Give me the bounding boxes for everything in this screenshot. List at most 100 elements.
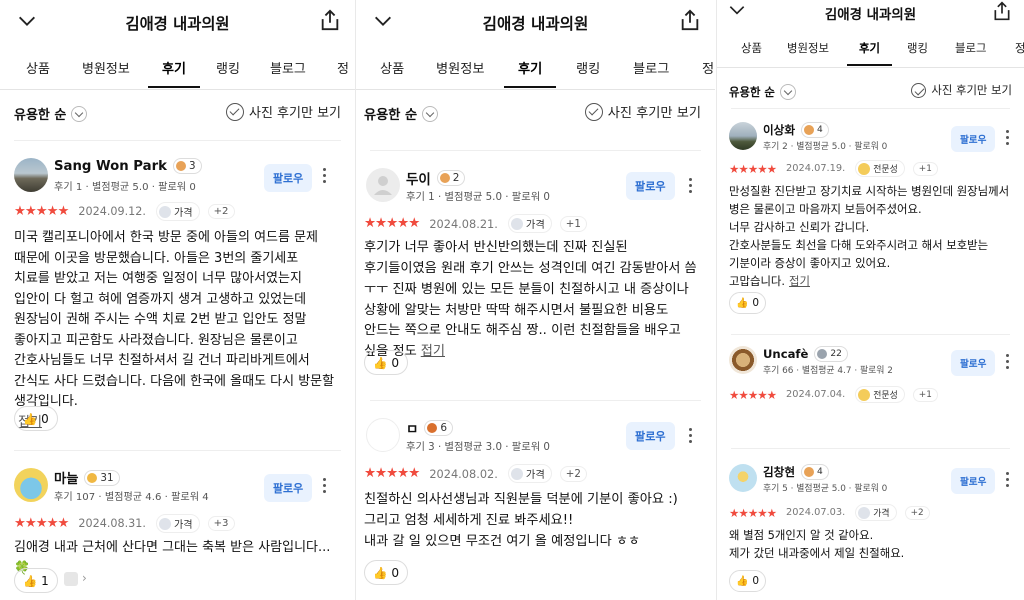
avatar[interactable] (14, 158, 48, 192)
avatar[interactable] (729, 464, 757, 492)
chevron-right-icon[interactable]: › (82, 571, 87, 585)
badge-count: 6 (440, 422, 448, 434)
tab-products[interactable]: 상품 (741, 40, 762, 56)
reviewer-name[interactable]: ㅁ6 (406, 418, 454, 438)
tab-reviews[interactable]: 후기 (503, 58, 557, 88)
like-button[interactable]: 👍 0 (729, 570, 767, 592)
keyword-label: 가격 (525, 219, 545, 231)
tab-hospital-info[interactable]: 병원정보 (82, 58, 130, 77)
tab-ranking[interactable]: 랭킹 (907, 40, 928, 56)
badge-count: 4 (817, 467, 823, 477)
reviewer-name[interactable]: 이상화 4 (763, 122, 829, 138)
more-options-icon[interactable] (1006, 354, 1010, 372)
tab-reviews[interactable]: 후기 (148, 58, 200, 88)
like-button[interactable]: 👍 0 (729, 292, 767, 314)
keyword-chip[interactable]: 전문성 (855, 386, 905, 403)
reviewer-name[interactable]: 마늘 31 (54, 468, 120, 487)
more-options-icon[interactable] (323, 168, 327, 186)
keyword-more[interactable]: +2 (904, 505, 930, 520)
keyword-more[interactable]: +1 (912, 161, 938, 176)
keyword-more[interactable]: +1 (559, 215, 587, 232)
keyword-more[interactable]: +2 (207, 204, 235, 219)
more-options-icon[interactable] (689, 178, 693, 196)
sort-dropdown[interactable]: 유용한 순 (364, 104, 439, 123)
like-button[interactable]: 👍 0 (364, 560, 409, 585)
tab-hospital-info[interactable]: 병원정보 (436, 58, 485, 77)
more-options-icon[interactable] (1006, 130, 1010, 148)
badge-count: 2 (452, 172, 460, 184)
thumbs-up-icon: 👍 (736, 297, 749, 309)
star-rating: ★★★★★ (729, 161, 777, 176)
keyword-more[interactable]: +3 (207, 516, 235, 531)
sort-dropdown[interactable]: 유용한 순 (14, 104, 88, 123)
avatar[interactable] (729, 122, 757, 150)
photo-only-toggle[interactable]: 사진 후기만 보기 (911, 82, 1012, 98)
share-icon[interactable] (679, 8, 701, 32)
sort-dropdown[interactable]: 유용한 순 (729, 84, 796, 100)
share-icon[interactable] (319, 8, 341, 32)
keyword-more[interactable]: +1 (912, 387, 938, 402)
follow-button[interactable]: 팔로우 (951, 350, 996, 376)
keyword-chip[interactable]: 가격 (855, 504, 897, 521)
review-date: 2024.07.04. (786, 389, 846, 400)
tab-ranking[interactable]: 랭킹 (576, 58, 600, 77)
photo-thumb-icon[interactable] (64, 572, 78, 586)
level-badge: 31 (84, 469, 120, 486)
more-options-icon[interactable] (323, 478, 327, 496)
tab-products[interactable]: 상품 (380, 58, 404, 77)
keyword-chip[interactable]: 가격 (507, 214, 552, 233)
follow-button[interactable]: 팔로우 (264, 474, 313, 502)
keyword-chip[interactable]: 가격 (155, 514, 200, 533)
photo-only-toggle[interactable]: 사진 후기만 보기 (226, 102, 341, 121)
tab-blog[interactable]: 블로그 (633, 58, 669, 77)
avatar[interactable] (729, 346, 757, 374)
fold-link[interactable]: 접기 (789, 274, 810, 288)
follow-button[interactable]: 팔로우 (626, 172, 675, 200)
review-date: 2024.09.12. (78, 205, 146, 218)
photo-only-toggle[interactable]: 사진 후기만 보기 (584, 102, 701, 121)
follow-button[interactable]: 팔로우 (951, 126, 996, 152)
follow-button[interactable]: 팔로우 (626, 422, 675, 450)
star-rating: ★★★★★ (729, 505, 777, 520)
review-card: Sang Won Park 3 후기 1 · 별점평균 5.0 · 팔로워 0 팔… (0, 140, 355, 440)
share-icon[interactable] (992, 0, 1012, 22)
like-button[interactable]: 👍 1 (14, 568, 58, 593)
tab-more-partial[interactable]: 정 (337, 58, 349, 77)
more-options-icon[interactable] (689, 428, 693, 446)
tab-ranking[interactable]: 랭킹 (216, 58, 240, 77)
keyword-chip[interactable]: 전문성 (855, 160, 905, 177)
reviewer-name-text: 김창현 (763, 465, 796, 479)
reviewer-name[interactable]: 두이 2 (406, 168, 466, 188)
more-options-icon[interactable] (1006, 472, 1010, 490)
keyword-chip[interactable]: 가격 (155, 202, 200, 221)
avatar[interactable] (366, 418, 400, 452)
divider (731, 334, 1010, 335)
review-line-text: 고맙습니다. (729, 274, 786, 289)
reviewer-name[interactable]: 김창현 4 (763, 464, 829, 480)
tab-hospital-info[interactable]: 병원정보 (787, 40, 829, 56)
tab-products[interactable]: 상품 (26, 58, 50, 77)
reviewer-name-text: 두이 (406, 173, 431, 188)
avatar[interactable] (14, 468, 48, 502)
tab-more-partial[interactable]: 정 (702, 58, 714, 77)
panel-3: 김애경 내과의원 상품 병원정보 후기 랭킹 블로그 정 유용한 순 사진 후기… (716, 0, 1024, 600)
check-circle-icon (911, 82, 927, 98)
keyword-chip[interactable]: 가격 (507, 464, 552, 483)
rating-row: ★★★★★ 2024.08.02. 가격 +2 (364, 464, 587, 483)
like-button[interactable]: 👍 0 (364, 350, 409, 375)
tab-more-partial[interactable]: 정 (1015, 40, 1024, 56)
reviewer-name[interactable]: Uncafè 22 (763, 346, 848, 362)
tab-reviews[interactable]: 후기 (847, 40, 892, 66)
fold-link[interactable]: 접기 (421, 344, 445, 359)
top-bar: 김애경 내과의원 (356, 0, 715, 44)
follow-button[interactable]: 팔로우 (951, 468, 996, 494)
follow-button[interactable]: 팔로우 (264, 164, 313, 192)
tab-blog[interactable]: 블로그 (955, 40, 986, 56)
reviewer-name[interactable]: Sang Won Park 3 (54, 158, 202, 174)
tab-blog[interactable]: 블로그 (270, 58, 306, 77)
like-button[interactable]: 👍 0 (14, 406, 58, 431)
chevron-down-icon (422, 105, 439, 122)
keyword-more[interactable]: +2 (559, 465, 587, 482)
avatar[interactable] (366, 168, 400, 202)
level-badge: 4 (801, 122, 829, 138)
